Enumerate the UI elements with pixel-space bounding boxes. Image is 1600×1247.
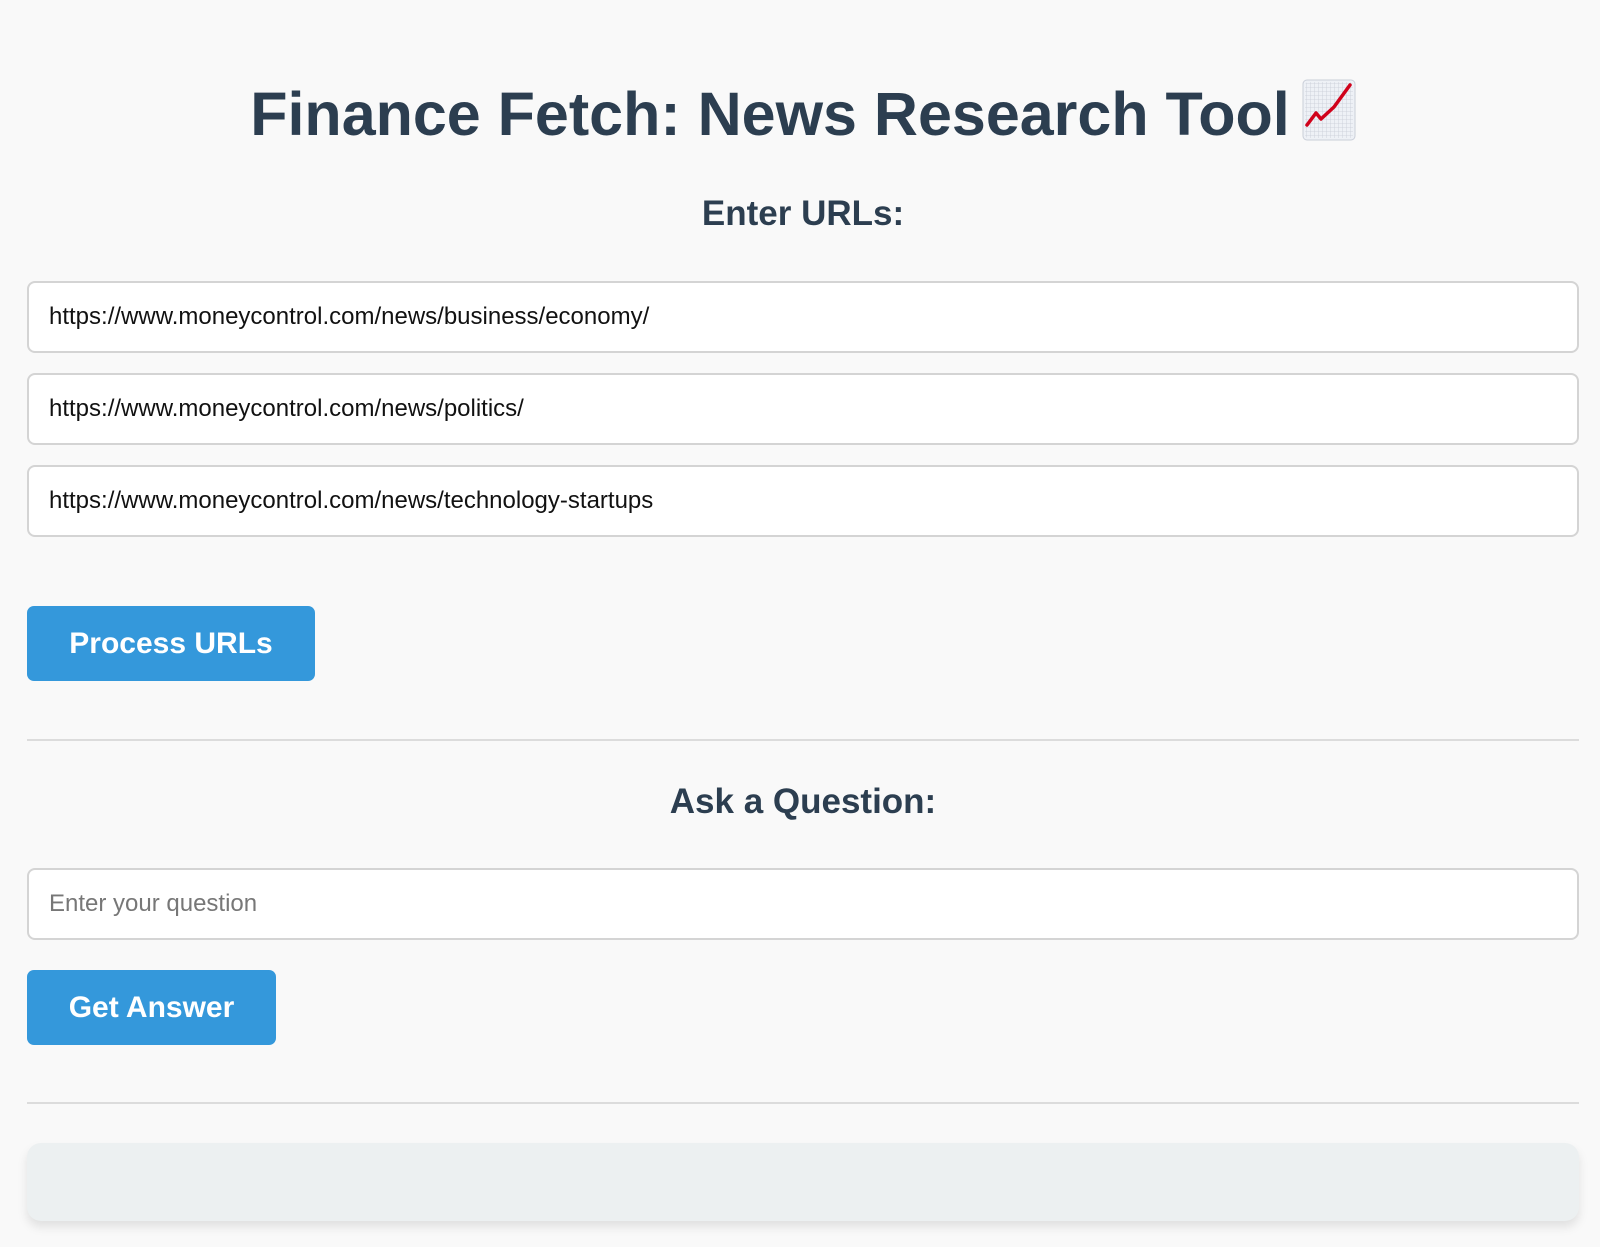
chart-increasing-icon: [1302, 79, 1356, 156]
page-title-text: Finance Fetch: News Research Tool: [250, 80, 1290, 148]
url-input-3[interactable]: [27, 465, 1579, 537]
url-input-2[interactable]: [27, 373, 1579, 445]
question-heading: Ask a Question:: [669, 782, 937, 821]
answer-output-box: [27, 1143, 1579, 1221]
question-input[interactable]: [27, 868, 1579, 940]
url-input-1[interactable]: [27, 281, 1579, 353]
page-title: Finance Fetch: News Research Tool: [27, 78, 1579, 156]
urls-heading: Enter URLs:: [701, 194, 905, 233]
section-divider: [27, 739, 1579, 741]
get-answer-button[interactable]: Get Answer: [27, 970, 276, 1045]
section-divider: [27, 1102, 1579, 1104]
process-urls-button[interactable]: Process URLs: [27, 606, 315, 681]
